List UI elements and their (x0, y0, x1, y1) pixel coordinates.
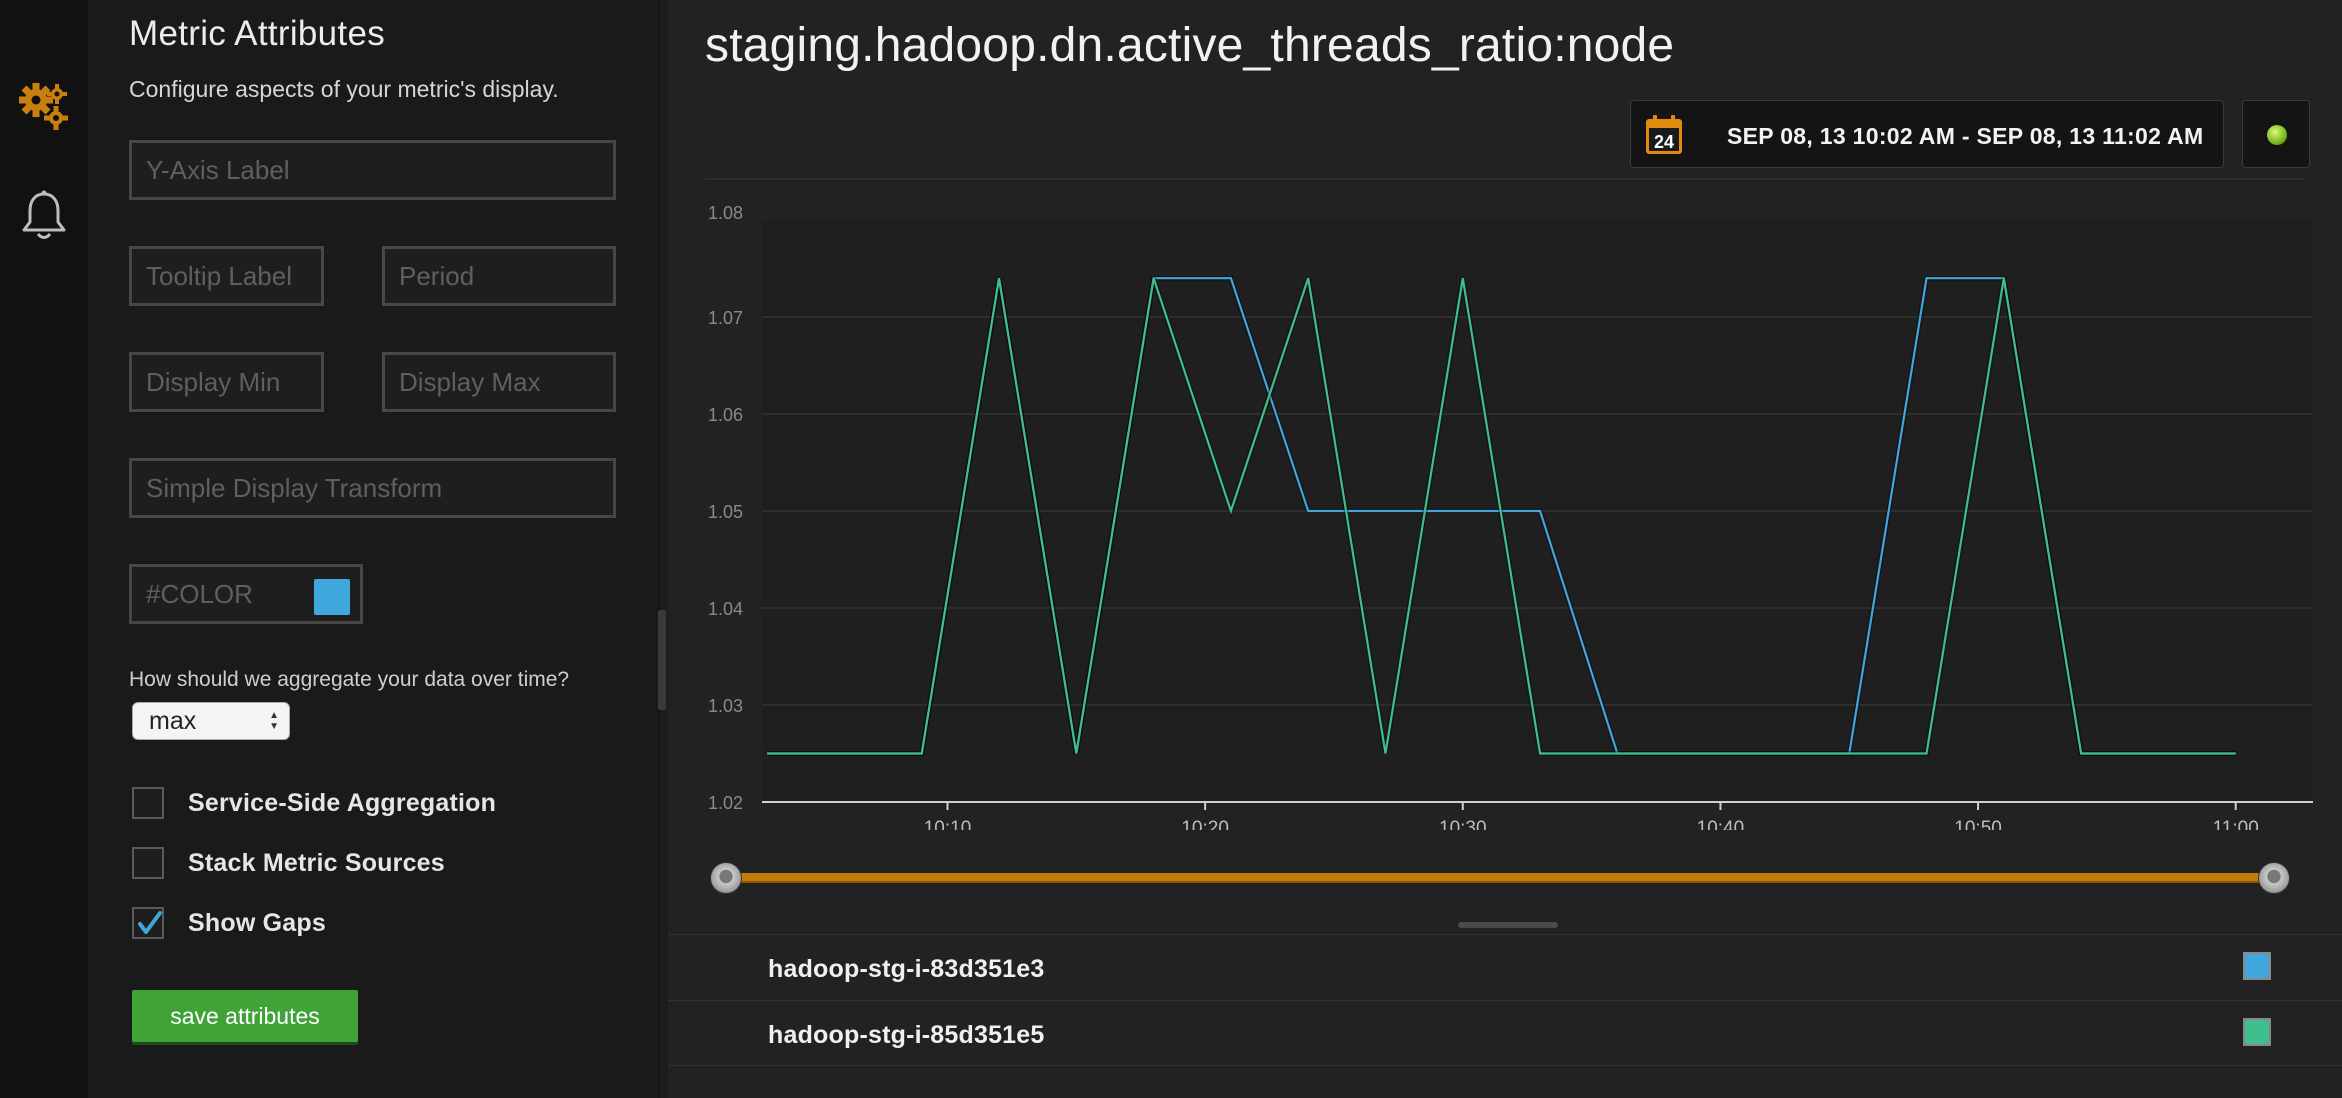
legend-series-name: hadoop-stg-i-85d351e5 (768, 1021, 1045, 1049)
aggregation-select-value: max (149, 707, 197, 735)
calendar-day: 24 (1654, 132, 1674, 152)
panel-resize-handle[interactable] (658, 610, 666, 710)
y-tick-label: 1.04 (708, 599, 743, 619)
show-gaps-checkbox[interactable] (132, 907, 164, 939)
legend-color-swatch[interactable] (2243, 1018, 2271, 1046)
legend-item[interactable]: hadoop-stg-i-83d351e3 (668, 934, 2342, 1000)
checkmark-icon (138, 911, 162, 934)
main-area: staging.hadoop.dn.active_threads_ratio:n… (668, 0, 2342, 1098)
panel-subtitle: Configure aspects of your metric's displ… (129, 76, 559, 102)
x-tick-label: 10:20 (1181, 818, 1229, 830)
display-transform-input[interactable] (129, 458, 616, 518)
y-tick-label: 1.08 (708, 203, 743, 223)
calendar-icon: 24 (1646, 115, 1682, 154)
service-side-aggregation-checkbox[interactable] (132, 787, 164, 819)
scrubber-start-handle[interactable] (710, 862, 742, 894)
date-range-text: SEP 08, 13 10:02 AM - SEP 08, 13 11:02 A… (1727, 123, 2204, 149)
x-axis: 10:10 10:20 10:30 10:40 10:50 11:00 (924, 802, 2259, 830)
scrubber-end-handle[interactable] (2258, 862, 2290, 894)
x-tick-label: 10:30 (1439, 818, 1487, 830)
date-range-button[interactable]: 24 SEP 08, 13 10:02 AM - SEP 08, 13 11:0… (1630, 100, 2224, 168)
show-gaps-option[interactable]: Show Gaps (132, 906, 326, 940)
bell-icon[interactable] (14, 186, 74, 246)
x-tick-label: 10:10 (924, 818, 972, 830)
scrubber-track[interactable] (726, 873, 2276, 883)
display-min-input[interactable] (129, 352, 324, 412)
stack-metric-sources-label: Stack Metric Sources (188, 848, 445, 877)
aggregation-select[interactable]: max ▲ ▼ (132, 702, 290, 740)
time-range-scrubber[interactable] (710, 862, 2290, 894)
stack-metric-sources-option[interactable]: Stack Metric Sources (132, 846, 445, 880)
panel-title: Metric Attributes (129, 14, 386, 53)
live-status-indicator (2267, 125, 2287, 145)
stack-metric-sources-checkbox[interactable] (132, 847, 164, 879)
save-attributes-button[interactable]: save attributes (132, 990, 358, 1042)
color-swatch[interactable] (314, 579, 350, 615)
legend-resize-handle[interactable] (1458, 922, 1558, 928)
metric-attributes-panel: Metric Attributes Configure aspects of y… (88, 0, 660, 1098)
y-tick-label: 1.07 (708, 308, 743, 328)
period-input[interactable] (382, 246, 616, 306)
metric-title: staging.hadoop.dn.active_threads_ratio:n… (705, 19, 1675, 72)
x-tick-label: 10:50 (1954, 818, 2002, 830)
x-tick-label: 10:40 (1697, 818, 1745, 830)
y-tick-label: 1.03 (708, 696, 743, 716)
y-tick-label: 1.05 (708, 502, 743, 522)
display-max-input[interactable] (382, 352, 616, 412)
y-tick-label: 1.02 (708, 793, 743, 813)
y-tick-label: 1.06 (708, 405, 743, 425)
service-side-aggregation-label: Service-Side Aggregation (188, 788, 497, 817)
service-side-aggregation-option[interactable]: Service-Side Aggregation (132, 786, 496, 820)
tooltip-label-input[interactable] (129, 246, 324, 306)
select-arrows-icon: ▲ ▼ (269, 710, 279, 732)
line-chart[interactable]: 1.081.071.061.051.041.031.02 10:10 10:20 1… (668, 190, 2342, 830)
x-tick-label: 11:00 (2213, 818, 2259, 830)
gears-icon[interactable] (14, 76, 74, 136)
divider (705, 178, 2305, 180)
show-gaps-label: Show Gaps (188, 908, 326, 937)
live-toggle-button[interactable] (2242, 100, 2310, 168)
icon-rail (0, 0, 88, 1098)
legend-color-swatch[interactable] (2243, 952, 2271, 980)
legend-item[interactable]: hadoop-stg-i-85d351e5 (668, 1000, 2342, 1066)
aggregation-question: How should we aggregate your data over t… (129, 668, 570, 691)
legend-series-name: hadoop-stg-i-83d351e3 (768, 955, 1045, 983)
y-axis-label-input[interactable] (129, 140, 616, 200)
